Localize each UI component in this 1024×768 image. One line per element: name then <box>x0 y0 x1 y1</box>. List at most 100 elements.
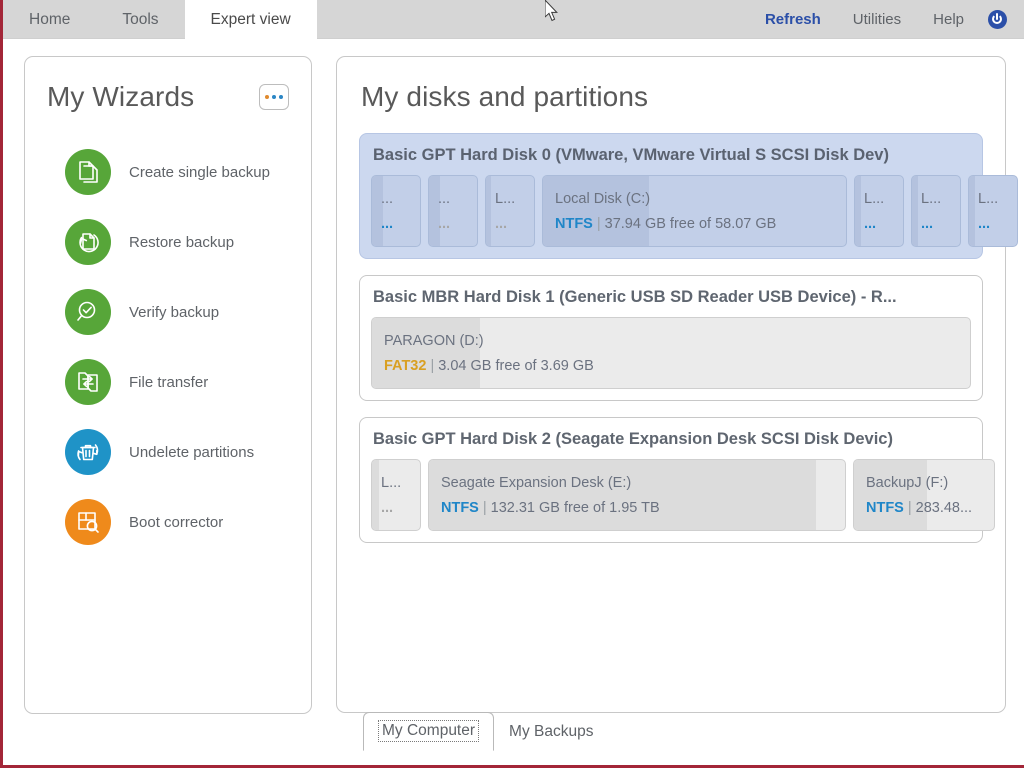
wizard-list: Create single backup Restore backup Veri… <box>25 137 311 557</box>
nav-link-refresh[interactable]: Refresh <box>749 0 837 39</box>
disk-title: Basic MBR Hard Disk 1 (Generic USB SD Re… <box>373 288 897 306</box>
disk-container-1[interactable]: Basic MBR Hard Disk 1 (Generic USB SD Re… <box>359 275 983 401</box>
wizard-item-restore-backup[interactable]: Restore backup <box>25 207 311 277</box>
partition-text: L...... <box>921 191 951 232</box>
partition-free-space: 3.04 GB free of 3.69 GB <box>438 357 594 374</box>
partition-0-3[interactable]: Local Disk (C:) NTFS | 37.94 GB free of 58.… <box>542 175 847 247</box>
partition-used-bar <box>372 460 379 530</box>
copy-document-icon <box>65 149 111 195</box>
partition-text: BackupJ (F:) NTFS | 283.48... <box>866 475 982 516</box>
partition-1-0[interactable]: PARAGON (D:) FAT32 | 3.04 GB free of 3.69 G… <box>371 317 971 389</box>
power-button[interactable] <box>980 0 1014 39</box>
nav-link-utilities[interactable]: Utilities <box>837 0 917 39</box>
nav-tab-expert-view[interactable]: Expert view <box>184 0 317 39</box>
partition-0-5[interactable]: L...... <box>911 175 961 247</box>
partition-row: PARAGON (D:) FAT32 | 3.04 GB free of 3.69 G… <box>371 317 971 389</box>
bottom-tab-my-backups[interactable]: My Backups <box>494 715 608 750</box>
wizard-item-verify-backup[interactable]: Verify backup <box>25 277 311 347</box>
wizard-item-file-transfer[interactable]: File transfer <box>25 347 311 417</box>
power-icon <box>987 9 1007 29</box>
partition-2-1[interactable]: Seagate Expansion Desk (E:) NTFS | 132.31 G… <box>428 459 846 531</box>
dot-3-icon <box>279 95 283 99</box>
nav-link-help[interactable]: Help <box>917 0 980 39</box>
partition-separator: | <box>907 499 912 516</box>
dot-1-icon <box>265 95 269 99</box>
partition-text: L...... <box>495 191 525 232</box>
wizard-item-label: Verify backup <box>129 303 220 321</box>
partition-used-bar <box>486 176 491 246</box>
partition-0-4[interactable]: L...... <box>854 175 904 247</box>
partition-2-0[interactable]: L...... <box>371 459 421 531</box>
wizard-item-label: Restore backup <box>129 233 235 251</box>
partition-used-bar <box>969 176 975 246</box>
nav-tab-tools[interactable]: Tools <box>96 0 184 39</box>
partition-filesystem: ... <box>978 215 991 232</box>
partition-filesystem: ... <box>381 499 394 516</box>
wizard-item-label: Undelete partitions <box>129 443 255 461</box>
partition-filesystem: NTFS <box>555 215 593 232</box>
disk-container-2[interactable]: Basic GPT Hard Disk 2 (Seagate Expansion… <box>359 417 995 543</box>
trash-undelete-icon <box>65 429 111 475</box>
disk-list: Basic GPT Hard Disk 0 (VMware, VMware Vi… <box>337 113 1018 543</box>
partition-free-space: 283.48... <box>915 499 973 516</box>
file-transfer-icon <box>65 359 111 405</box>
my-wizards-more-button[interactable] <box>259 84 289 110</box>
partition-text: Local Disk (C:) NTFS | 37.94 GB free of 58.… <box>555 191 834 232</box>
partition-name: Local Disk (C:) <box>555 190 651 207</box>
partition-text: Seagate Expansion Desk (E:) NTFS | 132.31 G… <box>441 475 833 516</box>
bottom-tab-label: My Computer <box>378 720 480 742</box>
partition-0-6[interactable]: L...... <box>968 175 1018 247</box>
magnifier-check-icon <box>65 289 111 335</box>
wizard-item-label: File transfer <box>129 373 209 391</box>
partition-info: ... <box>495 216 525 232</box>
bottom-tab-bar: My Computer My Backups <box>363 712 608 751</box>
bottom-tab-my-computer[interactable]: My Computer <box>363 712 495 751</box>
partition-row: L...... Seagate Expansion Desk (E:) NTFS | 1… <box>371 459 995 531</box>
my-disks-header: My disks and partitions <box>337 57 1005 113</box>
partition-info: ... <box>381 500 411 516</box>
partition-name: BackupJ (F:) <box>866 474 949 491</box>
restore-document-icon <box>65 219 111 265</box>
partition-0-2[interactable]: L...... <box>485 175 535 247</box>
partition-text: L...... <box>381 475 411 516</box>
partition-info: ... <box>381 216 411 232</box>
nav-links-group: Refresh Utilities Help <box>749 0 1024 38</box>
partition-free-space: 132.31 GB free of 1.95 TB <box>490 499 660 516</box>
partition-name: L... <box>978 190 999 207</box>
partition-filesystem: NTFS <box>866 499 904 516</box>
wizard-item-boot-corrector[interactable]: Boot corrector <box>25 487 311 557</box>
partition-text: L...... <box>864 191 894 232</box>
nav-tab-home[interactable]: Home <box>3 0 96 39</box>
partition-info: ... <box>438 216 468 232</box>
partition-filesystem: FAT32 <box>384 357 427 374</box>
partition-separator: | <box>596 215 601 232</box>
partition-name: L... <box>381 474 402 491</box>
partition-row: ............ L...... Local Disk (C:) NTFS | 3… <box>371 175 1018 247</box>
partition-info: ... <box>978 216 1008 232</box>
partition-name: PARAGON (D:) <box>384 332 484 349</box>
partition-info: NTFS | 132.31 GB free of 1.95 TB <box>441 500 833 516</box>
partition-name: Seagate Expansion Desk (E:) <box>441 474 632 491</box>
partition-separator: | <box>430 357 435 374</box>
partition-0-1[interactable]: ...... <box>428 175 478 247</box>
disk-title: Basic GPT Hard Disk 2 (Seagate Expansion… <box>373 430 893 448</box>
partition-text: L...... <box>978 191 1008 232</box>
wizard-item-label: Create single backup <box>129 163 270 181</box>
my-disks-title: My disks and partitions <box>361 81 649 112</box>
partition-filesystem: NTFS <box>441 499 479 516</box>
partition-0-0[interactable]: ...... <box>371 175 421 247</box>
wizard-item-create-single-backup[interactable]: Create single backup <box>25 137 311 207</box>
partition-2-2[interactable]: BackupJ (F:) NTFS | 283.48... <box>853 459 995 531</box>
partition-used-bar <box>912 176 918 246</box>
partition-text: PARAGON (D:) FAT32 | 3.04 GB free of 3.69 G… <box>384 333 958 374</box>
partition-info: ... <box>864 216 894 232</box>
disk-container-0[interactable]: Basic GPT Hard Disk 0 (VMware, VMware Vi… <box>359 133 1018 259</box>
my-wizards-header: My Wizards <box>25 57 311 113</box>
boot-corrector-icon <box>65 499 111 545</box>
partition-text: ...... <box>438 191 468 232</box>
partition-used-bar <box>855 176 861 246</box>
partition-filesystem: ... <box>381 215 394 232</box>
top-navigation-bar: Home Tools Expert view Refresh Utilities Hel… <box>3 0 1024 39</box>
my-wizards-title: My Wizards <box>47 81 195 112</box>
wizard-item-undelete-partitions[interactable]: Undelete partitions <box>25 417 311 487</box>
